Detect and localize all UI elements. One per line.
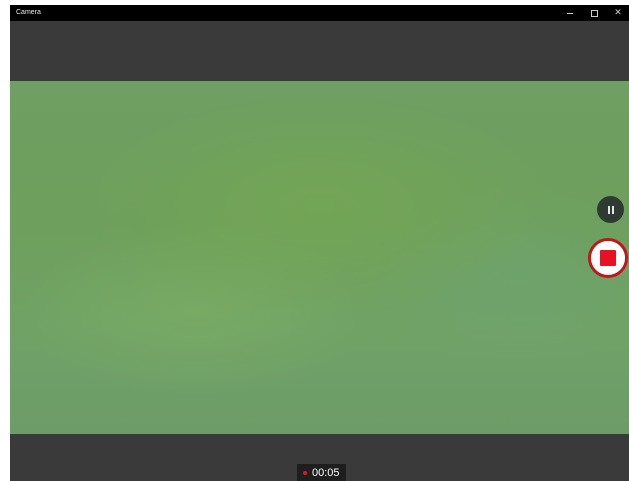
recording-timer: 00:05 xyxy=(297,464,346,481)
title-bar[interactable]: Camera ✕ xyxy=(10,5,629,21)
pause-icon xyxy=(607,205,614,214)
close-button[interactable]: ✕ xyxy=(607,5,629,21)
maximize-button[interactable] xyxy=(583,5,605,21)
camera-window: Camera ✕ 00:05 xyxy=(10,5,629,481)
maximize-icon xyxy=(590,9,598,17)
pause-recording-button[interactable] xyxy=(597,196,624,223)
stop-recording-button[interactable] xyxy=(588,238,628,278)
minimize-button[interactable] xyxy=(559,5,581,21)
camera-viewfinder xyxy=(10,81,629,434)
window-title: Camera xyxy=(16,9,41,16)
close-icon: ✕ xyxy=(614,8,622,18)
recording-dot-icon xyxy=(303,470,307,475)
stop-record-icon xyxy=(600,250,616,266)
top-letterbox-bar xyxy=(10,21,629,81)
recording-timer-text: 00:05 xyxy=(312,466,340,479)
minimize-icon xyxy=(567,12,573,14)
